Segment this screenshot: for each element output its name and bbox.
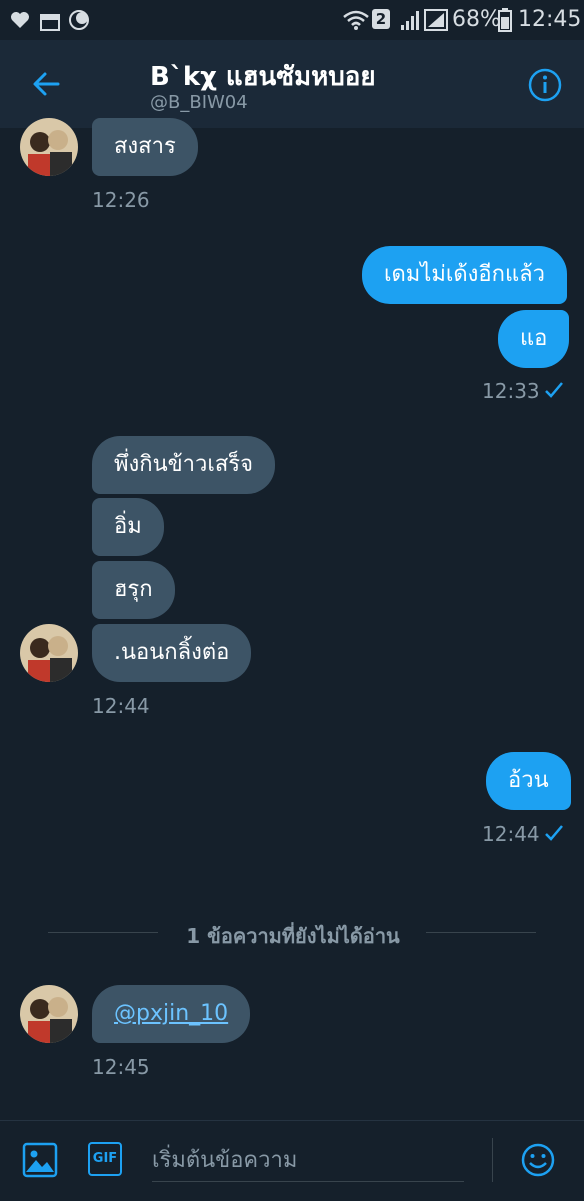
message-bubble[interactable]: แอ	[498, 310, 570, 368]
sent-check-icon	[545, 825, 563, 841]
avatar[interactable]	[20, 118, 78, 176]
wifi-icon	[343, 10, 369, 30]
signal-icon	[401, 11, 419, 30]
message-bubble[interactable]: .นอนกลิ้งต่อ	[92, 624, 252, 682]
conversation-title[interactable]: B`kχ แฮนซัมหบอย	[150, 56, 376, 97]
message-timestamp: 12:26	[92, 188, 150, 212]
emoji-icon[interactable]	[520, 1142, 556, 1178]
composer-separator	[492, 1138, 493, 1182]
unread-divider-label: 1 ข้อความที่ยังไม่ได้อ่าน	[186, 924, 400, 948]
input-underline	[152, 1181, 464, 1182]
back-arrow-icon[interactable]	[30, 68, 62, 100]
message-input[interactable]: เริ่มต้นข้อความ	[152, 1142, 297, 1177]
clock: 12:45	[518, 7, 582, 32]
gift-icon	[40, 14, 60, 31]
message-bubble[interactable]: ฮรุก	[92, 561, 175, 619]
sim-badge: 2	[372, 9, 390, 29]
moon-icon	[69, 10, 89, 30]
divider-line	[426, 932, 536, 933]
info-icon[interactable]	[527, 67, 563, 103]
message-timestamp: 12:33	[482, 379, 540, 403]
avatar[interactable]	[20, 624, 78, 682]
sent-check-icon	[545, 382, 563, 398]
message-bubble[interactable]: อิ่ม	[92, 498, 164, 556]
message-timestamp: 12:45	[92, 1055, 150, 1079]
heart-icon	[11, 12, 29, 28]
conversation-handle: @B_BIW04	[150, 92, 248, 113]
gif-button[interactable]: GIF	[88, 1142, 122, 1176]
mention-link[interactable]: @pxjin_10	[114, 1001, 228, 1026]
divider-line	[48, 932, 158, 933]
message-timestamp: 12:44	[92, 694, 150, 718]
message-bubble[interactable]: @pxjin_10	[92, 985, 251, 1043]
status-bar: 2 68% 12:45	[0, 0, 584, 40]
message-bubble[interactable]: เดมไม่เด้งอีกแล้ว	[362, 246, 567, 304]
message-bubble[interactable]: พึ่งกินข้าวเสร็จ	[92, 436, 276, 494]
image-icon[interactable]	[22, 1142, 58, 1178]
signal-bars-icon	[424, 9, 448, 31]
message-bubble[interactable]: สงสาร	[92, 118, 198, 176]
message-timestamp: 12:44	[482, 822, 540, 846]
message-bubble[interactable]: อ้วน	[486, 752, 571, 810]
avatar[interactable]	[20, 985, 78, 1043]
battery-icon	[498, 8, 512, 32]
battery-percent: 68%	[452, 7, 501, 32]
